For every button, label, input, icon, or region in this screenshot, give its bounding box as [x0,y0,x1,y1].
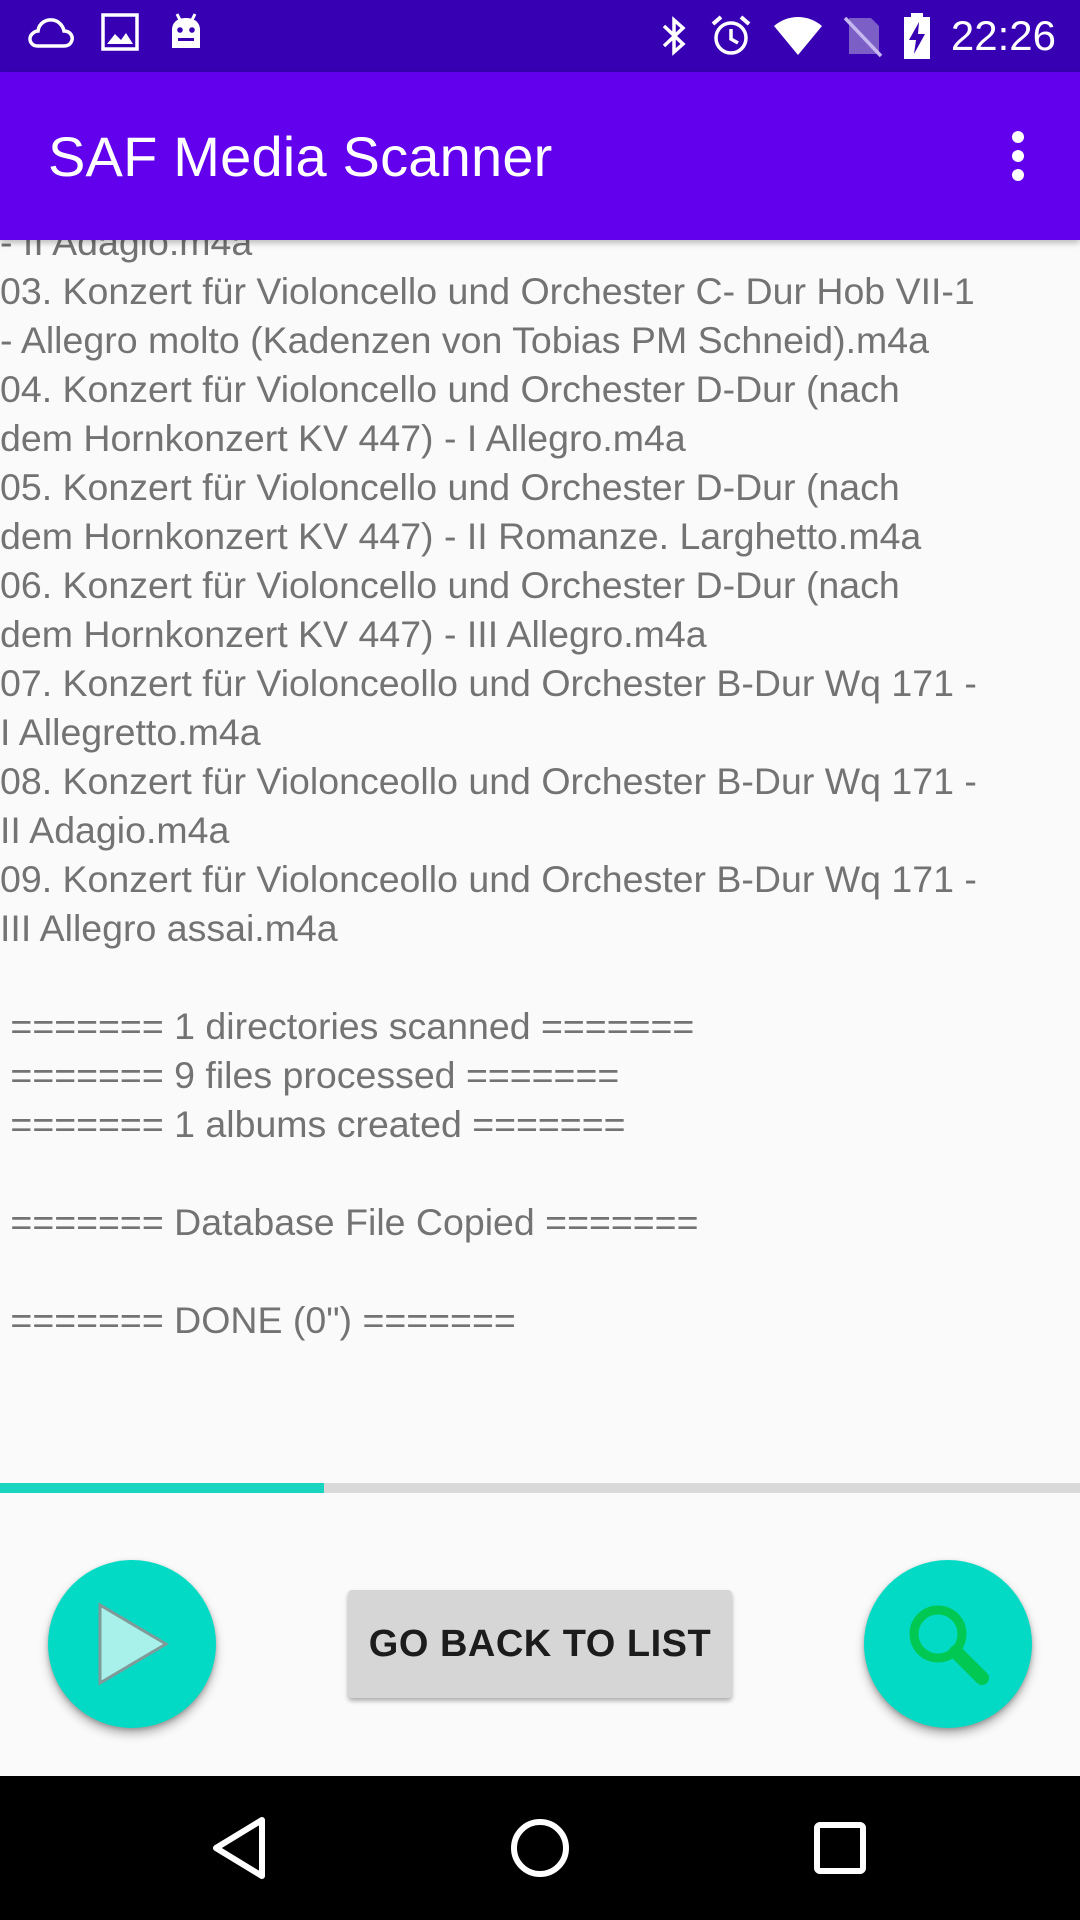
more-vert-icon [1010,130,1026,182]
image-icon [100,12,140,52]
search-icon [898,1594,998,1694]
app-title: SAF Media Scanner [48,125,553,188]
alarm-icon [709,14,753,58]
go-back-to-list-button[interactable]: GO BACK TO LIST [348,1590,732,1698]
wifi-icon [773,16,823,56]
bluetooth-icon [659,14,689,58]
battery-charging-icon [903,13,931,59]
play-button[interactable] [48,1560,216,1728]
no-sim-icon [843,14,883,58]
play-icon [92,1599,172,1689]
android-icon [166,12,206,52]
progress-fill [0,1483,324,1493]
status-time: 22:26 [950,12,1056,59]
nav-home-icon [508,1816,572,1880]
nav-back-icon [210,1816,270,1880]
nav-back-button[interactable] [190,1798,290,1898]
scan-log-text: - II Adagio.m4a 03. Konzert für Violonce… [0,240,977,1341]
search-button[interactable] [864,1560,1032,1728]
status-bar: 22:26 [0,0,1080,72]
progress-bar [0,1483,1080,1493]
nav-home-button[interactable] [490,1798,590,1898]
nav-recents-icon [812,1820,868,1876]
cloud-icon [26,14,74,50]
scan-log[interactable]: - II Adagio.m4a 03. Konzert für Violonce… [0,240,1080,1480]
nav-recents-button[interactable] [790,1798,890,1898]
navigation-bar [0,1776,1080,1920]
overflow-menu-button[interactable] [982,120,1054,192]
app-bar: SAF Media Scanner [0,72,1080,240]
